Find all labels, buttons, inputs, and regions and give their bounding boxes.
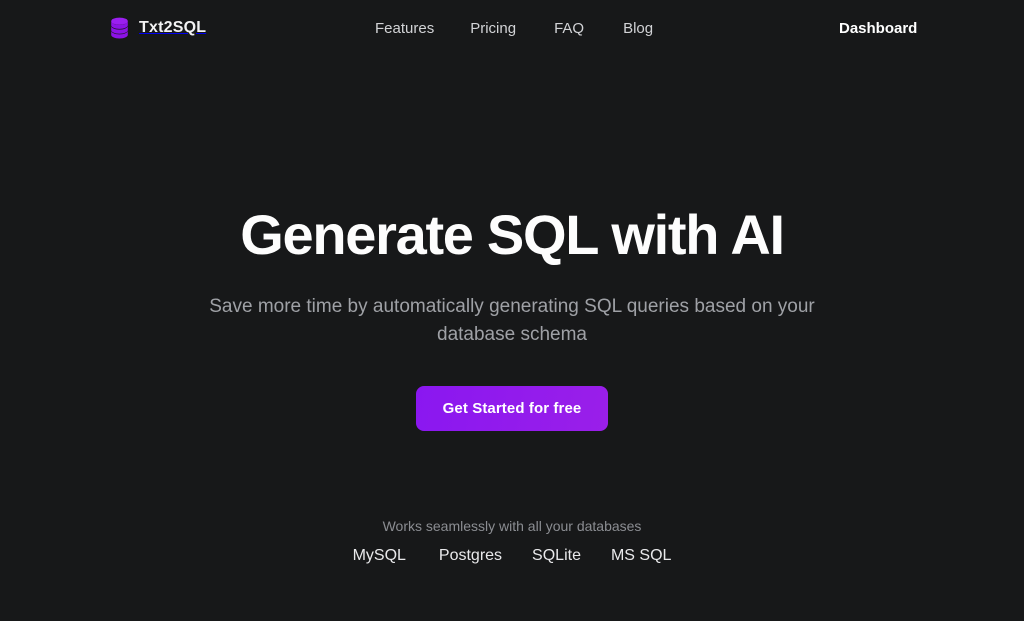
hero-subtitle: Save more time by automatically generati…: [202, 293, 822, 349]
hero-section: Generate SQL with AI Save more time by a…: [0, 0, 1024, 621]
supported-databases-section: Works seamlessly with all your databases…: [0, 518, 1024, 565]
database-item-sqlite: SQLite: [532, 547, 581, 564]
databases-list: MySQL Postgres SQLite MS SQL: [353, 547, 672, 565]
hero-subtitle-line-1: Save more time by automatically generati…: [209, 296, 690, 317]
landing-page: Txt2SQL Features Pricing FAQ Blog Dashbo…: [0, 0, 1024, 621]
get-started-button[interactable]: Get Started for free: [416, 386, 608, 431]
databases-caption: Works seamlessly with all your databases: [382, 518, 642, 534]
database-item-mssql: MS SQL: [610, 547, 672, 564]
cta-container: Get Started for free: [0, 386, 1024, 431]
database-item-postgres: Postgres: [438, 547, 503, 564]
database-item-mysql: MySQL: [352, 547, 406, 564]
page-title: Generate SQL with AI: [240, 203, 785, 266]
